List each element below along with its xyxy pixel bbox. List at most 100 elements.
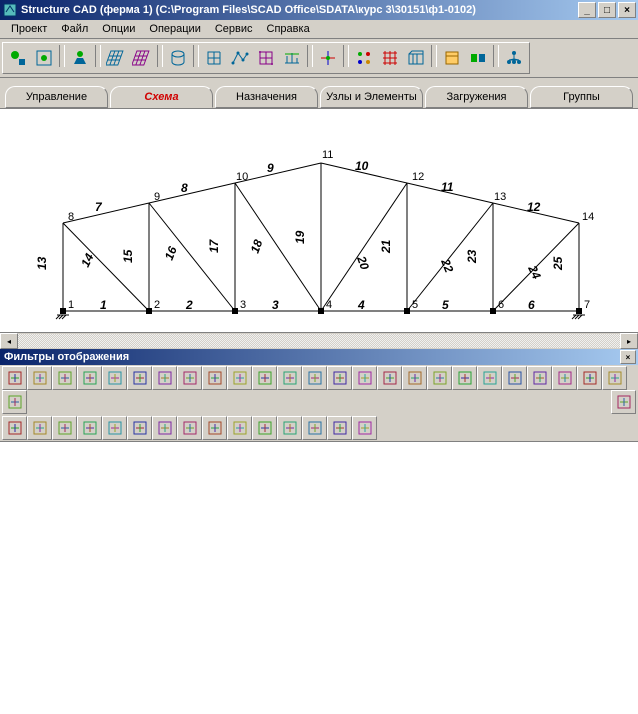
filter-btn-2-6[interactable]	[152, 416, 177, 440]
tab-schema[interactable]: Схема	[110, 86, 213, 108]
menu-project[interactable]: Проект	[4, 21, 54, 37]
filter-btn-2-12[interactable]	[302, 416, 327, 440]
tool-btn-17[interactable]	[501, 45, 527, 71]
tool-btn-10[interactable]	[279, 45, 305, 71]
scroll-track[interactable]	[18, 334, 620, 348]
filter-btn-1-10[interactable]	[252, 366, 277, 390]
filter-btn-1-20[interactable]	[502, 366, 527, 390]
svg-text:5: 5	[442, 298, 449, 312]
filter-btn-1-5[interactable]	[127, 366, 152, 390]
tab-assignments[interactable]: Назначения	[215, 86, 318, 108]
filter-btn-1-7[interactable]	[177, 366, 202, 390]
filter-btn-2-8[interactable]	[202, 416, 227, 440]
filter-btn-1-8[interactable]	[202, 366, 227, 390]
svg-text:4: 4	[326, 299, 332, 311]
tool-btn-5[interactable]	[129, 45, 155, 71]
svg-text:5: 5	[412, 299, 418, 311]
filter-btn-1-13[interactable]	[327, 366, 352, 390]
tab-nodes-elements[interactable]: Узлы и Элементы	[320, 86, 423, 108]
filter-btn-1-4[interactable]	[102, 366, 127, 390]
svg-text:24: 24	[525, 262, 544, 281]
filter-btn-2-0[interactable]	[2, 416, 27, 440]
tool-btn-15[interactable]	[439, 45, 465, 71]
menu-file[interactable]: Файл	[54, 21, 95, 37]
tool-btn-9[interactable]	[253, 45, 279, 71]
svg-text:10: 10	[355, 159, 369, 173]
tool-btn-14[interactable]	[403, 45, 429, 71]
toolbar-separator	[493, 45, 499, 67]
filter-btn-2-1[interactable]	[27, 416, 52, 440]
close-button[interactable]: ×	[618, 2, 636, 18]
tab-groups[interactable]: Группы	[530, 86, 633, 108]
svg-text:21: 21	[379, 239, 393, 254]
filter-btn-1-2[interactable]	[52, 366, 77, 390]
filter-btn-1-11[interactable]	[277, 366, 302, 390]
tool-btn-3[interactable]	[67, 45, 93, 71]
filter-btn-2-4[interactable]	[102, 416, 127, 440]
scroll-left-button[interactable]: ◂	[0, 333, 18, 349]
tool-btn-4[interactable]	[103, 45, 129, 71]
tool-btn-16[interactable]	[465, 45, 491, 71]
filter-btn-1-14[interactable]	[352, 366, 377, 390]
menu-service[interactable]: Сервис	[208, 21, 260, 37]
model-canvas[interactable]: 1234567891011121314123456789101112131415…	[0, 109, 638, 332]
filter-btn-1-18[interactable]	[452, 366, 477, 390]
filter-btn-2-2[interactable]	[52, 416, 77, 440]
minimize-button[interactable]: _	[578, 2, 596, 18]
menu-options[interactable]: Опции	[95, 21, 142, 37]
filter-btn-2-11[interactable]	[277, 416, 302, 440]
titlebar: Structure CAD (ферма 1) (C:\Program File…	[0, 0, 638, 20]
filter-btn-1-16[interactable]	[402, 366, 427, 390]
filter-btn-1-6[interactable]	[152, 366, 177, 390]
filter-btn-1-17[interactable]	[427, 366, 452, 390]
filter-btn-1-0[interactable]	[2, 366, 27, 390]
svg-text:9: 9	[154, 191, 160, 203]
filter-btn-1-25[interactable]	[2, 390, 27, 414]
svg-text:2: 2	[185, 298, 193, 312]
tab-loadings[interactable]: Загружения	[425, 86, 528, 108]
scroll-right-button[interactable]: ▸	[620, 333, 638, 349]
horizontal-scrollbar[interactable]: ◂ ▸	[0, 332, 638, 349]
svg-text:11: 11	[322, 149, 333, 161]
tool-btn-2[interactable]	[31, 45, 57, 71]
filter-btn-2-10[interactable]	[252, 416, 277, 440]
filter-btn-2-3[interactable]	[77, 416, 102, 440]
filters-panel-title: Фильтры отображения ×	[0, 349, 638, 365]
filter-btn-1-12[interactable]	[302, 366, 327, 390]
filter-btn-1-24[interactable]	[602, 366, 627, 390]
filter-btn-1-23[interactable]	[577, 366, 602, 390]
filter-btn-1-19[interactable]	[477, 366, 502, 390]
filter-btn-1-15[interactable]	[377, 366, 402, 390]
svg-text:14: 14	[78, 251, 97, 269]
filter-btn-2-5[interactable]	[127, 416, 152, 440]
filter-btn-1-1[interactable]	[27, 366, 52, 390]
tool-btn-6[interactable]	[165, 45, 191, 71]
app-icon	[2, 2, 18, 18]
tool-btn-1[interactable]	[5, 45, 31, 71]
svg-text:22: 22	[438, 256, 456, 275]
filters-title-text: Фильтры отображения	[4, 351, 129, 363]
maximize-button[interactable]: □	[598, 2, 616, 18]
menubar: Проект Файл Опции Операции Сервис Справк…	[0, 20, 638, 39]
tool-btn-13[interactable]	[377, 45, 403, 71]
filter-btn-1-21[interactable]	[527, 366, 552, 390]
tab-management[interactable]: Управление	[5, 86, 108, 108]
filter-btn-2-14[interactable]	[352, 416, 377, 440]
filter-btn-1-99[interactable]	[611, 390, 636, 414]
filter-btn-1-22[interactable]	[552, 366, 577, 390]
filter-btn-2-7[interactable]	[177, 416, 202, 440]
menu-operations[interactable]: Операции	[142, 21, 207, 37]
menu-help[interactable]: Справка	[260, 21, 317, 37]
tool-btn-12[interactable]	[351, 45, 377, 71]
tool-btn-8[interactable]	[227, 45, 253, 71]
filter-btn-2-9[interactable]	[227, 416, 252, 440]
svg-text:15: 15	[121, 249, 135, 263]
svg-text:12: 12	[527, 200, 541, 214]
filter-btn-2-13[interactable]	[327, 416, 352, 440]
tool-btn-7[interactable]	[201, 45, 227, 71]
tool-btn-11[interactable]	[315, 45, 341, 71]
toolbar-separator	[307, 45, 313, 67]
filter-btn-1-9[interactable]	[227, 366, 252, 390]
filter-btn-1-3[interactable]	[77, 366, 102, 390]
filters-close-button[interactable]: ×	[620, 350, 636, 364]
